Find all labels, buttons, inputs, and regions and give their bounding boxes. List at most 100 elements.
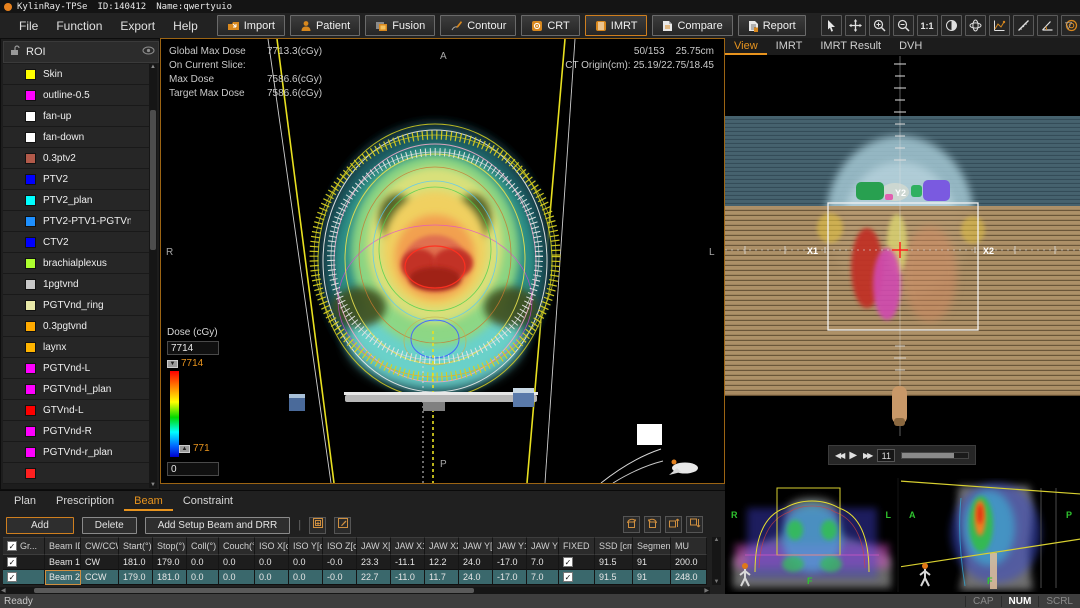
beam-value-cell[interactable]: -0.0 xyxy=(323,570,357,585)
tool-button[interactable] xyxy=(821,15,842,36)
column-header[interactable]: ISO Z[c... xyxy=(323,537,357,555)
tool-button[interactable] xyxy=(965,15,986,36)
roi-item[interactable]: PTV2_plan xyxy=(3,190,151,211)
beam-value-cell[interactable]: 91.5 xyxy=(595,555,633,570)
checkbox-cell[interactable]: ✓ xyxy=(559,555,595,570)
beam-value-cell[interactable]: 181.0 xyxy=(153,570,187,585)
roi-header[interactable]: ROI xyxy=(3,41,159,63)
menu-item[interactable]: Export xyxy=(111,19,164,33)
column-header[interactable]: Stop(°) xyxy=(153,537,187,555)
roi-item[interactable]: PGTVnd-l_plan xyxy=(3,379,151,400)
dose-min-input[interactable]: 0 xyxy=(167,462,219,476)
beam-value-cell[interactable]: 23.3 xyxy=(357,555,391,570)
tool-button[interactable] xyxy=(1037,15,1058,36)
checkbox-cell[interactable]: ✓ xyxy=(3,555,45,570)
module-button[interactable]: IMRT xyxy=(585,15,648,36)
menu-item[interactable]: Help xyxy=(164,19,207,33)
beam-panel-tab[interactable]: Plan xyxy=(4,495,46,511)
roi-item[interactable]: PGTVnd-r_plan xyxy=(3,442,151,463)
column-header[interactable]: Start(°) xyxy=(119,537,153,555)
coronal-view[interactable]: R L F xyxy=(725,478,899,592)
column-header[interactable]: JAW Y1... xyxy=(493,537,527,555)
beam-value-cell[interactable]: CCW xyxy=(81,570,119,585)
add-setup-beam-button[interactable]: Add Setup Beam and DRR xyxy=(145,517,291,534)
add-beam-button[interactable]: Add xyxy=(6,517,74,534)
beam-value-cell[interactable]: 0.0 xyxy=(219,555,255,570)
column-header[interactable]: JAW Y[c... xyxy=(459,537,493,555)
column-header[interactable]: JAW X1... xyxy=(391,537,425,555)
column-header[interactable]: ISO X[c... xyxy=(255,537,289,555)
dose-max-input[interactable]: 7714 xyxy=(167,341,219,355)
beam-value-cell[interactable]: -11.1 xyxy=(391,555,425,570)
toolbar-overflow-icon[interactable]: ▽ xyxy=(1065,20,1072,31)
fixed-checkbox[interactable]: ✓ xyxy=(563,557,573,567)
row-select-checkbox[interactable]: ✓ xyxy=(7,557,17,567)
frame-slider[interactable] xyxy=(901,452,969,459)
column-header[interactable]: Beam ID xyxy=(45,537,81,555)
column-header[interactable]: CW/CCW xyxy=(81,537,119,555)
tool-button[interactable] xyxy=(869,15,890,36)
checkbox-cell[interactable]: ✓ xyxy=(559,570,595,585)
beam-panel-tab[interactable]: Constraint xyxy=(173,495,243,511)
column-header[interactable]: SSD [cm] xyxy=(595,537,633,555)
select-all-checkbox[interactable]: ✓ xyxy=(7,541,17,551)
beam-table-row[interactable]: ✓Beam 1CW181.0179.00.00.00.00.0-0.023.3-… xyxy=(3,555,707,570)
play-button[interactable]: ▶ xyxy=(849,450,857,461)
column-header[interactable]: MU xyxy=(671,537,707,555)
move-beam-up-button[interactable] xyxy=(665,516,682,533)
tool-button[interactable] xyxy=(1013,15,1034,36)
beam-value-cell[interactable]: -17.0 xyxy=(493,570,527,585)
module-button[interactable]: Fusion xyxy=(365,15,435,36)
menu-item[interactable]: Function xyxy=(47,19,111,33)
roi-item[interactable]: PGTVnd_ring xyxy=(3,295,151,316)
roi-item[interactable]: PGTVnd-R xyxy=(3,421,151,442)
beam-value-cell[interactable]: 0.0 xyxy=(219,570,255,585)
dose-upper-marker[interactable]: ▼7714 xyxy=(167,358,219,369)
roi-item[interactable]: GTVnd-L xyxy=(3,400,151,421)
roi-item[interactable]: PGTVnd-L xyxy=(3,358,151,379)
beam-value-cell[interactable]: 24.0 xyxy=(459,555,493,570)
beam-value-cell[interactable]: 200.0 xyxy=(671,555,707,570)
module-button[interactable]: Report xyxy=(738,15,806,36)
roi-item[interactable]: brachialplexus xyxy=(3,253,151,274)
beam-value-cell[interactable]: 0.0 xyxy=(255,555,289,570)
roi-item[interactable]: Skin xyxy=(3,64,151,85)
roi-item[interactable]: fan-down xyxy=(3,127,151,148)
tool-button[interactable] xyxy=(989,15,1010,36)
beam-value-cell[interactable]: CW xyxy=(81,555,119,570)
beam-table-row[interactable]: ✓Beam 2CCW179.0181.00.00.00.00.0-0.022.7… xyxy=(3,570,707,585)
hscrollbar-thumb[interactable] xyxy=(34,588,474,593)
frame-number[interactable]: 11 xyxy=(877,449,895,462)
beams-eye-view[interactable]: Y2 X1 X2 ◀◀ ▶ ▶▶ 11 xyxy=(725,56,1080,478)
beam-value-cell[interactable]: 179.0 xyxy=(119,570,153,585)
tool-button[interactable] xyxy=(893,15,914,36)
roi-item[interactable]: laynx xyxy=(3,337,151,358)
roi-scrollbar-thumb[interactable] xyxy=(150,110,156,250)
roi-item[interactable] xyxy=(3,463,151,484)
rewind-button[interactable]: ◀◀ xyxy=(835,451,843,460)
beam-value-cell[interactable]: 0.0 xyxy=(187,555,219,570)
column-header[interactable]: ISO Y[c... xyxy=(289,537,323,555)
column-header[interactable]: JAW Y2... xyxy=(527,537,559,555)
rotate-cw-button[interactable] xyxy=(644,516,661,533)
right-panel-tab[interactable]: IMRT xyxy=(767,39,812,55)
module-button[interactable]: Contour xyxy=(440,15,516,36)
column-header[interactable]: FIXED xyxy=(559,537,595,555)
right-panel-tab[interactable]: View xyxy=(725,39,767,55)
beam-value-cell[interactable]: 91 xyxy=(633,570,671,585)
column-header[interactable]: JAW X2... xyxy=(425,537,459,555)
module-button[interactable]: Patient xyxy=(290,15,360,36)
roi-item[interactable]: 0.3ptv2 xyxy=(3,148,151,169)
delete-beam-button[interactable]: Delete xyxy=(82,517,137,534)
right-panel-tab[interactable]: IMRT Result xyxy=(811,39,890,55)
sagittal-view[interactable]: A P F xyxy=(901,478,1080,592)
beam-value-cell[interactable]: 0.0 xyxy=(289,570,323,585)
roi-item[interactable]: CTV2 xyxy=(3,232,151,253)
beam-id-cell[interactable]: Beam 2 xyxy=(45,570,81,585)
beam-value-cell[interactable]: 7.0 xyxy=(527,555,559,570)
edit-beam-button[interactable] xyxy=(334,517,351,534)
fast-forward-button[interactable]: ▶▶ xyxy=(863,451,871,460)
roi-scrollbar[interactable]: ▲ ▼ xyxy=(149,64,157,488)
module-button[interactable]: Compare xyxy=(652,15,732,36)
move-beam-down-button[interactable] xyxy=(686,516,703,533)
